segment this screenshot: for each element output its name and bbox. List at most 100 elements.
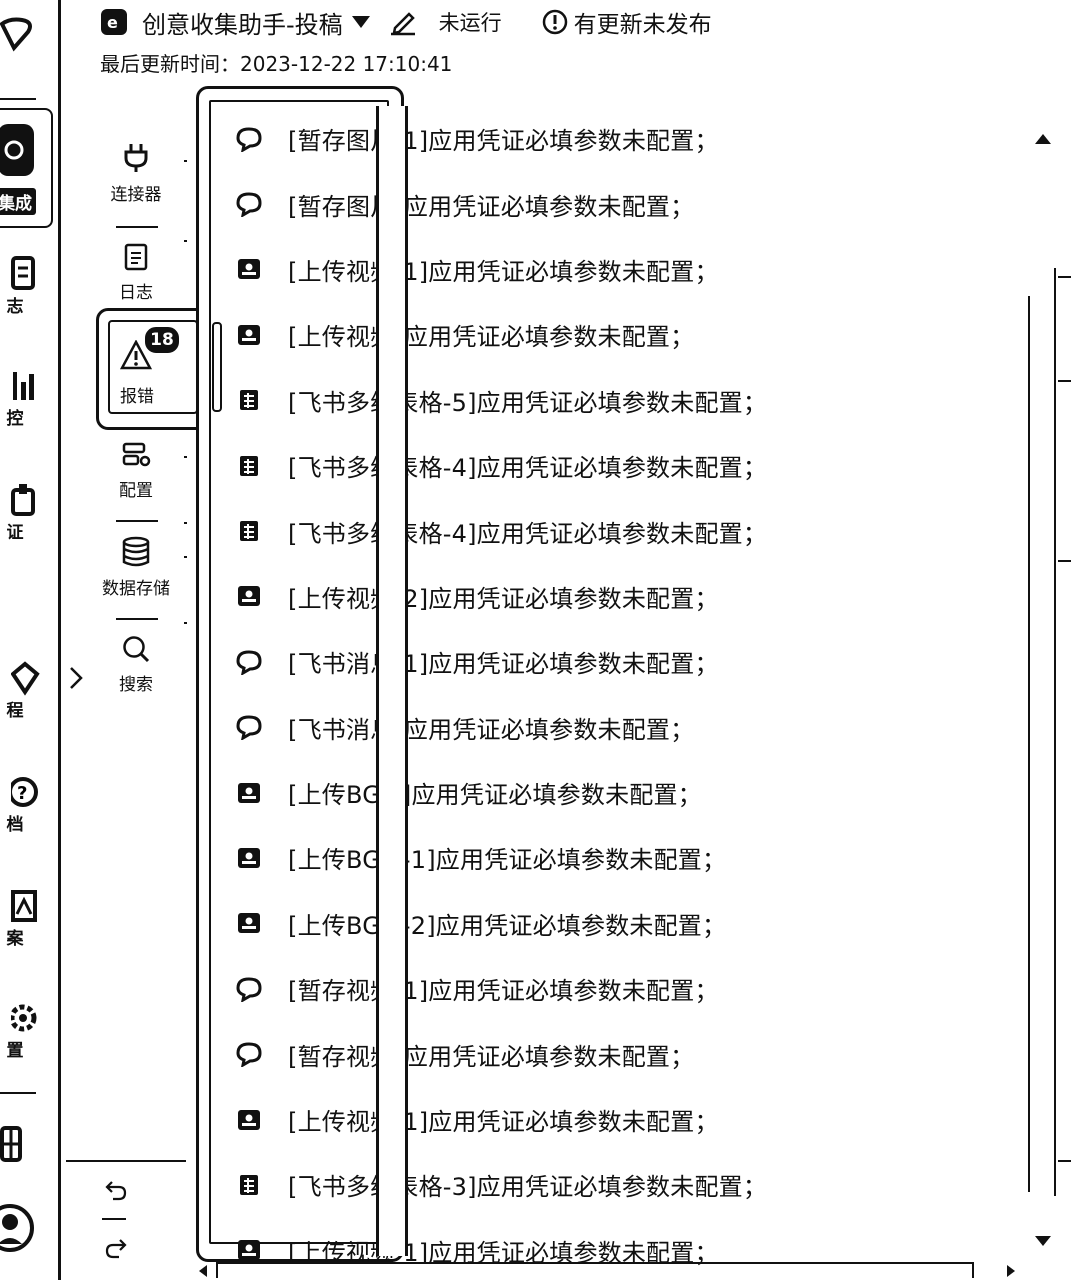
error-list-item[interactable]: [飞书消息-1]应用凭证必填参数未配置； [232,629,852,694]
last-update-time: 最后更新时间：2023-12-22 17:10:41 [100,52,453,76]
scroll-right-icon[interactable] [1006,1264,1016,1278]
nav-config[interactable]: 配置 [100,440,172,501]
rail-item-integration-label: 集成 [0,188,36,215]
error-list-item[interactable]: [暂存图片]应用凭证必填参数未配置； [232,171,852,236]
nav-connectors[interactable]: 连接器 [100,142,172,205]
error-list-item-text: [飞书多维表格-4]应用凭证必填参数未配置； [288,454,768,483]
scroll-up-icon[interactable] [1034,132,1052,146]
upload-card-icon [232,257,266,281]
divider-tick [184,456,187,458]
nav-logs[interactable]: 日志 [100,242,172,303]
chat-bubble-icon [232,1041,266,1068]
chat-bubble-icon [232,714,266,741]
subnav-divider [116,618,158,620]
run-status-text: 未运行 [438,11,502,35]
chat-bubble-icon [232,126,266,152]
scroll-left-icon[interactable] [198,1264,208,1278]
error-list-item[interactable]: [上传BGM]应用凭证必填参数未配置； [232,760,852,825]
rail-item-course[interactable]: 程 [0,660,52,721]
divider-tick [184,160,187,162]
rail-item-cases[interactable]: 案 [0,888,52,949]
error-list-item-text: [上传视频-2]应用凭证必填参数未配置； [288,584,719,613]
chat-bubble-icon [232,976,266,1002]
error-list-item[interactable]: [飞书多维表格-3]应用凭证必填参数未配置； [232,1152,852,1217]
rail-item-docs[interactable]: ? 档 [0,774,52,835]
rail-item-settings[interactable]: 置 [0,1000,52,1061]
error-list-item[interactable]: [飞书多维表格-4]应用凭证必填参数未配置； [232,433,852,498]
undo-icon[interactable] [104,1178,128,1202]
expand-chevron-icon[interactable] [68,666,84,690]
rail-item-certificate[interactable]: 证 [0,482,52,543]
error-list-item[interactable]: [上传BGM-1]应用凭证必填参数未配置； [232,825,852,890]
error-list-item[interactable]: [暂存视频]应用凭证必填参数未配置； [232,1021,852,1086]
upload-card-icon [232,584,266,608]
subnav-divider [116,520,158,522]
redo-icon[interactable] [104,1236,128,1260]
error-list-item-text: [飞书消息]应用凭证必填参数未配置； [288,715,695,744]
nav-data-storage-label: 数据存储 [102,579,170,599]
update-notice[interactable]: 有更新未发布 [574,5,712,39]
error-list-item[interactable]: [上传视频-2]应用凭证必填参数未配置； [232,564,852,629]
canvas-border [1028,296,1030,1192]
rail-item-monitor[interactable]: 控 [0,368,52,429]
settings-icon [11,1000,41,1038]
error-list-item[interactable]: [上传视频]应用凭证必填参数未配置； [232,302,852,367]
error-list-item-text: [暂存图片]应用凭证必填参数未配置； [288,192,695,221]
error-list-item-text: [飞书多维表格-3]应用凭证必填参数未配置； [288,1173,768,1202]
chat-bubble-icon [232,649,266,675]
error-list-item[interactable]: [暂存图片-1]应用凭证必填参数未配置； [232,106,852,171]
rail-divider-bottom [0,1092,36,1094]
error-list-item-text: [飞书消息-1]应用凭证必填参数未配置； [288,650,719,679]
app-title[interactable]: 创意收集助手-投稿 [142,5,343,40]
upload-card-icon [232,911,266,935]
error-list-item[interactable]: [飞书多维表格-5]应用凭证必填参数未配置； [232,368,852,433]
divider-tick [184,556,187,558]
svg-text:e: e [107,13,118,32]
app-header: e 创意收集助手-投稿 未运行 有更新未发布 [100,4,712,40]
rail-item-log[interactable]: 志 [0,256,52,317]
cases-icon [11,888,41,926]
nav-errors-label: 报错 [120,387,154,407]
side-tick [1058,1160,1071,1162]
search-icon [121,634,151,664]
nav-search[interactable]: 搜索 [100,634,172,695]
help-doc-icon: ? [11,774,41,812]
nav-data-storage[interactable]: 数据存储 [100,536,172,599]
edit-pencil-icon[interactable] [389,8,417,36]
title-dropdown-icon[interactable] [351,15,371,29]
history-divider [102,1218,126,1220]
upload-card-icon [232,323,266,347]
error-list-item-text: [暂存图片-1]应用凭证必填参数未配置； [288,127,719,156]
app-rail: 集成 志 控 证 程 ? 档 案 置 [0,0,58,1280]
error-popup-scrollbar[interactable] [212,322,222,412]
log-icon [11,256,41,294]
error-list-item[interactable]: [暂存视频-1]应用凭证必填参数未配置； [232,956,852,1021]
error-list-item-text: [暂存视频]应用凭证必填参数未配置； [288,1042,695,1071]
database-icon [121,536,151,568]
app-icon: e [100,8,128,36]
rail-item-course-label: 程 [6,701,24,721]
config-icon [121,440,151,470]
error-count-badge: 18 [143,325,181,355]
scroll-down-icon[interactable] [1034,1234,1052,1248]
divider-tick [184,240,187,242]
rail-item-docs-label: 档 [6,815,24,835]
error-list-item-text: [飞书多维表格-5]应用凭证必填参数未配置； [288,388,768,417]
horizontal-scrollbar[interactable] [216,1262,974,1278]
rail-item-settings-label: 置 [6,1041,24,1061]
error-list-item[interactable]: [飞书多维表格-4]应用凭证必填参数未配置； [232,498,852,563]
error-list-item[interactable]: [上传BGM-2]应用凭证必填参数未配置； [232,891,852,956]
error-list-item[interactable]: [上传视频-1]应用凭证必填参数未配置； [232,1087,852,1152]
apps-grid-icon[interactable] [0,1124,26,1164]
course-icon [11,660,41,698]
app-logo-icon [0,14,34,54]
error-list-item[interactable]: [上传视频-1]应用凭证必填参数未配置； [232,237,852,302]
rail-item-log-label: 志 [6,297,24,317]
error-list-item[interactable]: [飞书消息]应用凭证必填参数未配置； [232,695,852,760]
error-popup-edge [376,106,408,1256]
error-list-item-text: [上传BGM-1]应用凭证必填参数未配置； [288,846,727,875]
error-list-item-text: [上传视频-1]应用凭证必填参数未配置； [288,1108,719,1137]
error-list-item-text: [上传BGM-2]应用凭证必填参数未配置； [288,911,727,940]
history-divider [66,1160,186,1162]
user-avatar[interactable] [0,1196,38,1256]
